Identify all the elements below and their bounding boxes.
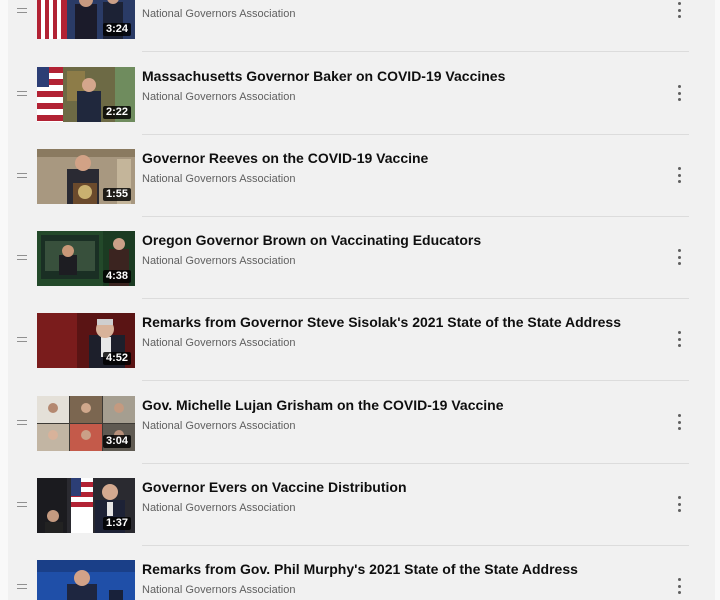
drag-handle-icon[interactable] xyxy=(17,420,27,426)
more-vert-icon[interactable] xyxy=(676,496,682,512)
video-thumbnail[interactable] xyxy=(37,560,135,600)
video-duration: 1:37 xyxy=(102,517,131,530)
more-vert-icon[interactable] xyxy=(676,578,682,594)
video-duration: 2:22 xyxy=(102,106,131,119)
playlist-panel: 3:24 National Governors Association 2:22… xyxy=(8,0,715,600)
video-thumbnail[interactable]: 1:37 xyxy=(37,478,135,533)
row-divider xyxy=(142,51,689,52)
video-thumbnail[interactable]: 4:52 xyxy=(37,313,135,368)
channel-name[interactable]: National Governors Association xyxy=(142,501,295,515)
video-title[interactable]: Massachusetts Governor Baker on COVID-19… xyxy=(142,67,662,85)
video-title[interactable]: Governor Reeves on the COVID-19 Vaccine xyxy=(142,149,662,167)
more-vert-icon[interactable] xyxy=(676,167,682,183)
row-divider xyxy=(142,380,689,381)
video-duration: 3:24 xyxy=(102,23,131,36)
video-title[interactable]: Governor Evers on Vaccine Distribution xyxy=(142,478,662,496)
playlist-item[interactable]: 3:24 National Governors Association xyxy=(8,0,715,52)
drag-handle-icon[interactable] xyxy=(17,91,27,97)
drag-handle-icon[interactable] xyxy=(17,8,27,14)
drag-handle-icon[interactable] xyxy=(17,255,27,261)
video-title[interactable]: Remarks from Governor Steve Sisolak's 20… xyxy=(142,313,662,331)
video-thumbnail[interactable]: 2:22 xyxy=(37,67,135,122)
more-vert-icon[interactable] xyxy=(676,85,682,101)
video-title[interactable]: Remarks from Gov. Phil Murphy's 2021 Sta… xyxy=(142,560,662,578)
video-title[interactable]: Oregon Governor Brown on Vaccinating Edu… xyxy=(142,231,662,249)
playlist-item[interactable]: 3:04 Gov. Michelle Lujan Grisham on the … xyxy=(8,382,715,464)
video-duration: 1:55 xyxy=(102,188,131,201)
video-duration: 4:52 xyxy=(102,352,131,365)
playlist-item[interactable]: 1:37 Governor Evers on Vaccine Distribut… xyxy=(8,464,715,546)
video-thumbnail[interactable]: 3:04 xyxy=(37,396,135,451)
video-title[interactable]: Gov. Michelle Lujan Grisham on the COVID… xyxy=(142,396,662,414)
playlist-item[interactable]: Remarks from Gov. Phil Murphy's 2021 Sta… xyxy=(8,546,715,600)
more-vert-icon[interactable] xyxy=(676,2,682,18)
playlist-item[interactable]: 4:38 Oregon Governor Brown on Vaccinatin… xyxy=(8,217,715,299)
drag-handle-icon[interactable] xyxy=(17,337,27,343)
channel-name[interactable]: National Governors Association xyxy=(142,7,295,21)
more-vert-icon[interactable] xyxy=(676,414,682,430)
video-thumbnail[interactable]: 3:24 xyxy=(37,0,135,39)
channel-name[interactable]: National Governors Association xyxy=(142,336,295,350)
channel-name[interactable]: National Governors Association xyxy=(142,90,295,104)
video-duration: 4:38 xyxy=(102,270,131,283)
channel-name[interactable]: National Governors Association xyxy=(142,172,295,186)
video-thumbnail[interactable]: 1:55 xyxy=(37,149,135,204)
drag-handle-icon[interactable] xyxy=(17,584,27,590)
video-duration: 3:04 xyxy=(102,435,131,448)
channel-name[interactable]: National Governors Association xyxy=(142,419,295,433)
channel-name[interactable]: National Governors Association xyxy=(142,254,295,268)
playlist-item[interactable]: 2:22 Massachusetts Governor Baker on COV… xyxy=(8,53,715,135)
channel-name[interactable]: National Governors Association xyxy=(142,583,295,597)
drag-handle-icon[interactable] xyxy=(17,173,27,179)
video-thumbnail[interactable]: 4:38 xyxy=(37,231,135,286)
more-vert-icon[interactable] xyxy=(676,331,682,347)
more-vert-icon[interactable] xyxy=(676,249,682,265)
drag-handle-icon[interactable] xyxy=(17,502,27,508)
playlist-item[interactable]: 1:55 Governor Reeves on the COVID-19 Vac… xyxy=(8,135,715,217)
playlist-item[interactable]: 4:52 Remarks from Governor Steve Sisolak… xyxy=(8,299,715,381)
